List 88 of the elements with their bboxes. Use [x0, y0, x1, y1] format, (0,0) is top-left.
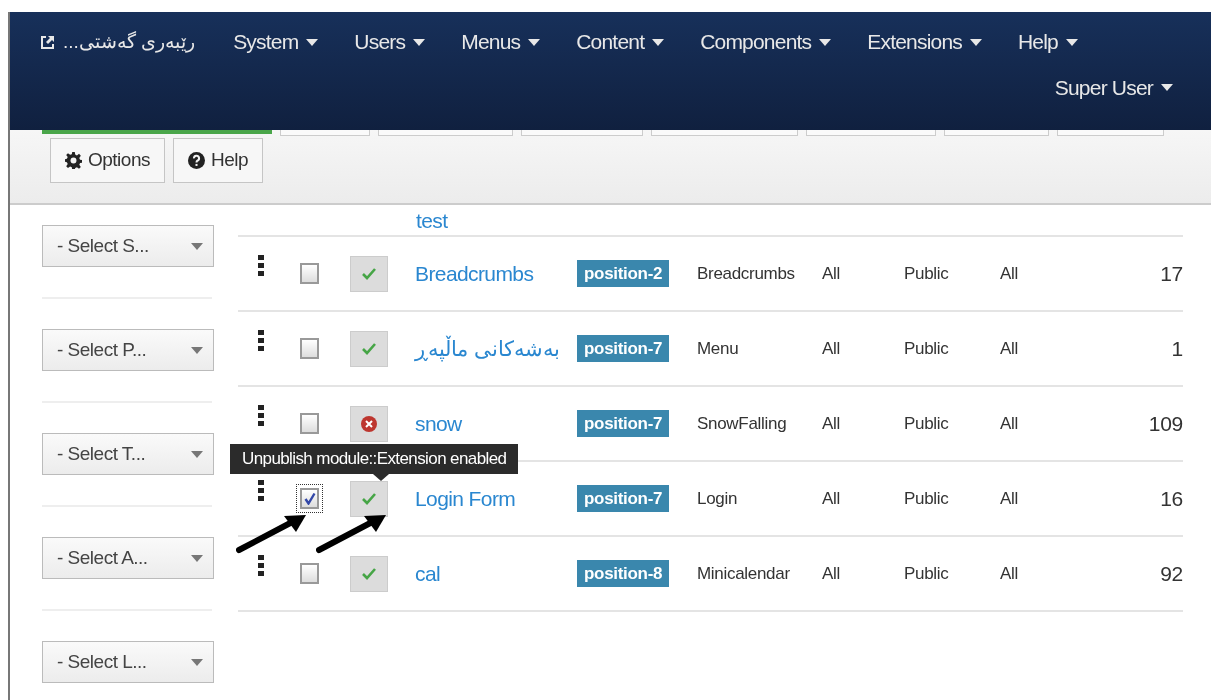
- tooltip-arrow: [373, 474, 389, 482]
- publish-toggle[interactable]: [350, 480, 388, 517]
- filter-select[interactable]: - Select S...: [42, 225, 214, 267]
- help-icon: [188, 152, 205, 169]
- nav-menu[interactable]: System: [215, 26, 337, 58]
- id-cell-text: 109: [1147, 410, 1183, 437]
- drag-handle-icon[interactable]: [258, 554, 264, 577]
- user-menu[interactable]: Super User: [1036, 72, 1191, 104]
- access-cell-text: Public: [904, 562, 950, 585]
- help-button[interactable]: Help: [173, 138, 264, 183]
- pages-cell-text: All: [822, 412, 841, 435]
- pages-cell-text: All: [822, 487, 841, 510]
- module-title-link[interactable]: بەشەکانی ماڵپەڕ: [415, 336, 560, 360]
- filter-select[interactable]: - Select P...: [42, 329, 214, 371]
- caret-icon: [306, 38, 319, 46]
- annotation-arrow: [236, 512, 308, 556]
- position-badge: position-7: [577, 409, 670, 437]
- row-checkbox[interactable]: [300, 488, 319, 509]
- module-title-link[interactable]: test: [416, 205, 448, 237]
- caret-icon: [191, 242, 203, 250]
- module-title-link[interactable]: snow: [415, 411, 462, 435]
- module-type-cell-text: Login: [697, 487, 739, 510]
- position-badge: position-7: [577, 334, 670, 362]
- language-cell-text: All: [1000, 337, 1019, 360]
- filter-select[interactable]: - Select L...: [42, 641, 214, 683]
- position-badge: position-8: [577, 559, 670, 587]
- pages-cell-text: All: [822, 562, 841, 585]
- caret-icon: [413, 38, 426, 46]
- settings-icon: [65, 152, 82, 169]
- nav-menu[interactable]: Help: [1000, 26, 1096, 58]
- nav-menu[interactable]: Menus: [443, 26, 559, 58]
- id-cell-text: 1: [1170, 335, 1183, 362]
- id-cell-text: 92: [1159, 560, 1183, 587]
- access-cell-text: Public: [904, 337, 950, 360]
- id-cell-text: 16: [1159, 485, 1183, 512]
- module-title-link[interactable]: Breadcrumbs: [415, 261, 534, 285]
- filter-select[interactable]: - Select A...: [42, 537, 214, 579]
- filter-select[interactable]: - Select T...: [42, 433, 214, 475]
- drag-handle-icon[interactable]: [258, 479, 264, 502]
- access-cell-text: Public: [904, 412, 950, 435]
- row-checkbox[interactable]: [300, 338, 319, 359]
- site-link[interactable]: رێبەری گەشتی...: [40, 27, 216, 57]
- caret-icon: [191, 658, 203, 666]
- language-cell-text: All: [1000, 262, 1019, 285]
- caret-icon: [970, 38, 982, 46]
- caret-icon: [528, 38, 541, 46]
- nav-menu[interactable]: Users: [336, 26, 444, 58]
- access-cell-text: Public: [904, 487, 950, 510]
- caret-icon: [191, 554, 203, 562]
- pages-cell-text: All: [822, 337, 841, 360]
- row-checkbox[interactable]: [300, 263, 319, 284]
- caret-icon: [191, 346, 203, 354]
- caret-icon: [819, 38, 832, 46]
- nav-menu[interactable]: Content: [558, 26, 683, 58]
- check-icon: [303, 492, 316, 505]
- language-cell-text: All: [1000, 562, 1019, 585]
- drag-handle-icon[interactable]: [258, 404, 264, 427]
- nav-menu[interactable]: Components: [682, 26, 850, 58]
- annotation-arrow: [316, 512, 388, 556]
- publish-toggle[interactable]: [350, 255, 388, 292]
- row-checkbox[interactable]: [300, 413, 319, 434]
- drag-handle-icon[interactable]: [258, 329, 264, 352]
- caret-icon: [1161, 84, 1173, 92]
- external-link-icon: [40, 34, 55, 50]
- access-cell-text: Public: [904, 262, 950, 285]
- caret-icon: [1066, 38, 1078, 46]
- nav-menu[interactable]: Extensions: [849, 26, 1000, 58]
- id-cell-text: 17: [1159, 260, 1183, 287]
- row-checkbox[interactable]: [300, 563, 319, 584]
- position-badge: position-7: [577, 484, 670, 512]
- module-title-link[interactable]: cal: [415, 561, 441, 585]
- drag-handle-icon[interactable]: [258, 254, 264, 277]
- caret-icon: [191, 450, 203, 458]
- module-type-cell-text: SnowFalling: [697, 412, 788, 435]
- module-type-cell-text: Breadcrumbs: [697, 262, 796, 285]
- caret-icon: [652, 38, 665, 46]
- language-cell-text: All: [1000, 487, 1019, 510]
- language-cell-text: All: [1000, 412, 1019, 435]
- options-button[interactable]: Options: [50, 138, 165, 183]
- module-type-cell-text: Minicalendar: [697, 562, 791, 585]
- module-type-cell-text: Menu: [697, 337, 740, 360]
- position-badge: position-2: [577, 259, 670, 287]
- publish-toggle[interactable]: [350, 555, 388, 592]
- module-title-link[interactable]: Login Form: [415, 486, 516, 510]
- publish-toggle[interactable]: [350, 330, 388, 367]
- pages-cell-text: All: [822, 262, 841, 285]
- close-circle-icon: [361, 415, 377, 432]
- publish-toggle[interactable]: [350, 405, 388, 442]
